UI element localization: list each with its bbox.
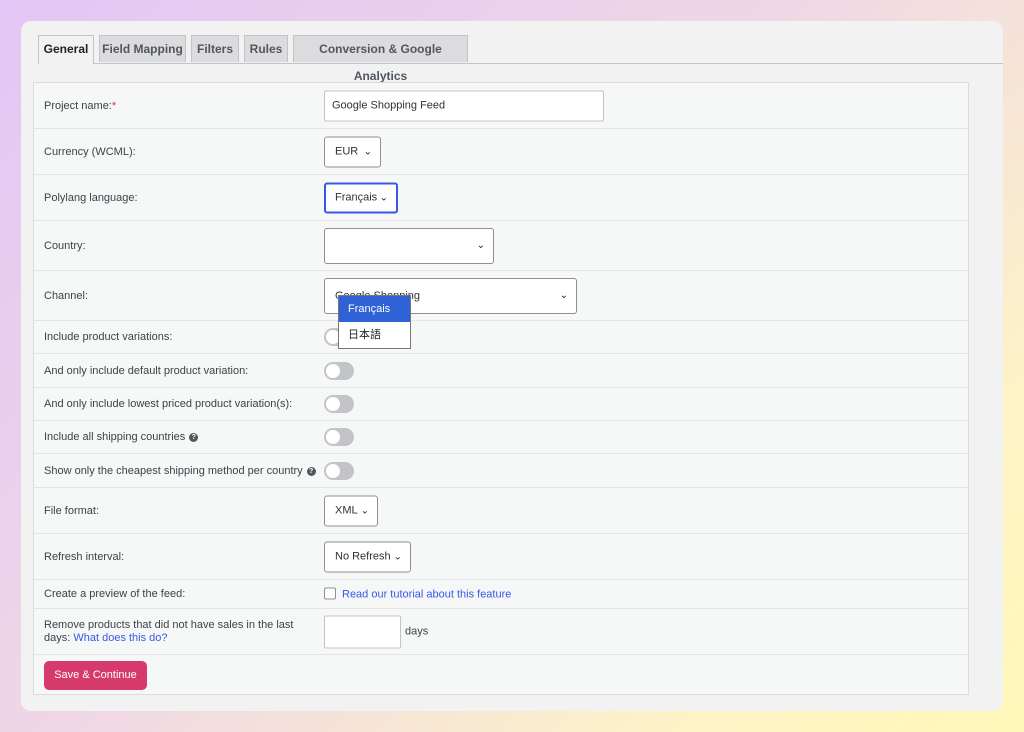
toggle-knob (326, 363, 340, 378)
chevron-down-icon: ⌄ (363, 146, 372, 157)
tab-rules[interactable]: Rules (244, 35, 288, 62)
chevron-down-icon: ⌄ (559, 289, 568, 301)
question-circle-icon[interactable]: ? (189, 433, 199, 442)
chevron-down-icon: ⌄ (379, 192, 388, 203)
currency-select[interactable]: EUR ⌄ (324, 136, 381, 167)
row-all-shipping: Include all shipping countries? (34, 421, 968, 454)
project-name-label: Project name:* (44, 99, 117, 112)
tab-bar: General Field Mapping Filters Rules Conv… (38, 35, 1003, 83)
currency-value: EUR (335, 145, 359, 157)
cheapest-shipping-toggle[interactable] (324, 461, 354, 480)
what-does-this-do-link[interactable]: What does this do? (73, 632, 167, 644)
refresh-interval-value: No Refresh (335, 550, 391, 562)
row-default-variation: And only include default product variati… (34, 354, 968, 388)
preview-label: Create a preview of the feed: (44, 588, 186, 600)
include-variations-label: Include product variations: (44, 331, 173, 343)
sales-days-input[interactable] (324, 615, 401, 648)
all-shipping-toggle[interactable] (324, 428, 354, 446)
days-unit-label: days (405, 625, 429, 638)
row-cheapest-shipping: Show only the cheapest shipping method p… (34, 454, 968, 488)
chevron-down-icon: ⌄ (393, 551, 402, 562)
language-label: Polylang language: (44, 191, 138, 204)
toggle-knob (326, 463, 340, 478)
file-format-label: File format: (44, 504, 100, 517)
toggle-knob (326, 430, 340, 444)
chevron-down-icon: ⌄ (476, 239, 485, 251)
tab-field-mapping[interactable]: Field Mapping (99, 35, 186, 62)
required-mark: * (111, 99, 117, 112)
tab-general[interactable]: General (38, 35, 94, 64)
currency-label: Currency (WCML): (44, 145, 136, 158)
project-name-input[interactable]: Google Shopping Feed (324, 90, 604, 121)
row-file-format: File format: XML ⌄ (34, 488, 968, 534)
row-currency: Currency (WCML): EUR ⌄ (34, 129, 968, 175)
tab-filters[interactable]: Filters (191, 35, 239, 62)
language-option-japanese[interactable]: 日本語 (339, 322, 410, 348)
tab-conversion-analytics[interactable]: Conversion & Google Analytics (293, 35, 468, 83)
preview-tutorial-link[interactable]: Read our tutorial about this feature (342, 589, 511, 601)
toggle-knob (326, 397, 340, 411)
cheapest-shipping-label: Show only the cheapest shipping method p… (44, 465, 316, 477)
row-preview: Create a preview of the feed: Read our t… (34, 580, 968, 609)
country-label: Country: (44, 239, 86, 252)
row-refresh-interval: Refresh interval: No Refresh ⌄ (34, 534, 968, 580)
language-select[interactable]: Français ⌄ (324, 182, 398, 213)
save-continue-button[interactable]: Save & Continue (44, 661, 147, 690)
row-country: Country: ⌄ (34, 221, 968, 271)
chevron-down-icon: ⌄ (360, 505, 369, 516)
language-value: Français (335, 191, 378, 203)
lowest-priced-label: And only include lowest priced product v… (44, 398, 293, 410)
preview-checkbox[interactable] (324, 587, 336, 600)
general-settings-panel: Project name:* Google Shopping Feed Curr… (33, 82, 969, 695)
row-channel: Channel: Google Shopping ⌄ (34, 271, 968, 321)
remove-products-label: Remove products that did not have sales … (44, 618, 294, 644)
default-variation-toggle[interactable] (324, 361, 354, 380)
row-language: Polylang language: Français ⌄ (34, 175, 968, 221)
channel-label: Channel: (44, 289, 89, 302)
row-lowest-priced: And only include lowest priced product v… (34, 388, 968, 421)
language-dropdown-list: Français 日本語 (338, 295, 411, 349)
all-shipping-label: Include all shipping countries? (44, 431, 199, 443)
file-format-value: XML (335, 504, 358, 516)
refresh-interval-label: Refresh interval: (44, 550, 125, 563)
refresh-interval-select[interactable]: No Refresh ⌄ (324, 541, 411, 572)
settings-card: General Field Mapping Filters Rules Conv… (21, 21, 1003, 711)
row-remove-products: Remove products that did not have sales … (34, 609, 968, 655)
row-include-variations: Include product variations: (34, 321, 968, 354)
question-circle-icon[interactable]: ? (306, 466, 316, 476)
row-project-name: Project name:* Google Shopping Feed (34, 83, 968, 129)
language-option-francais[interactable]: Français (339, 296, 410, 322)
remove-products-control: days (324, 615, 428, 648)
country-select[interactable]: ⌄ (324, 227, 494, 264)
lowest-priced-toggle[interactable] (324, 395, 354, 413)
file-format-select[interactable]: XML ⌄ (324, 495, 378, 526)
default-variation-label: And only include default product variati… (44, 364, 249, 377)
preview-control: Read our tutorial about this feature (324, 587, 511, 601)
